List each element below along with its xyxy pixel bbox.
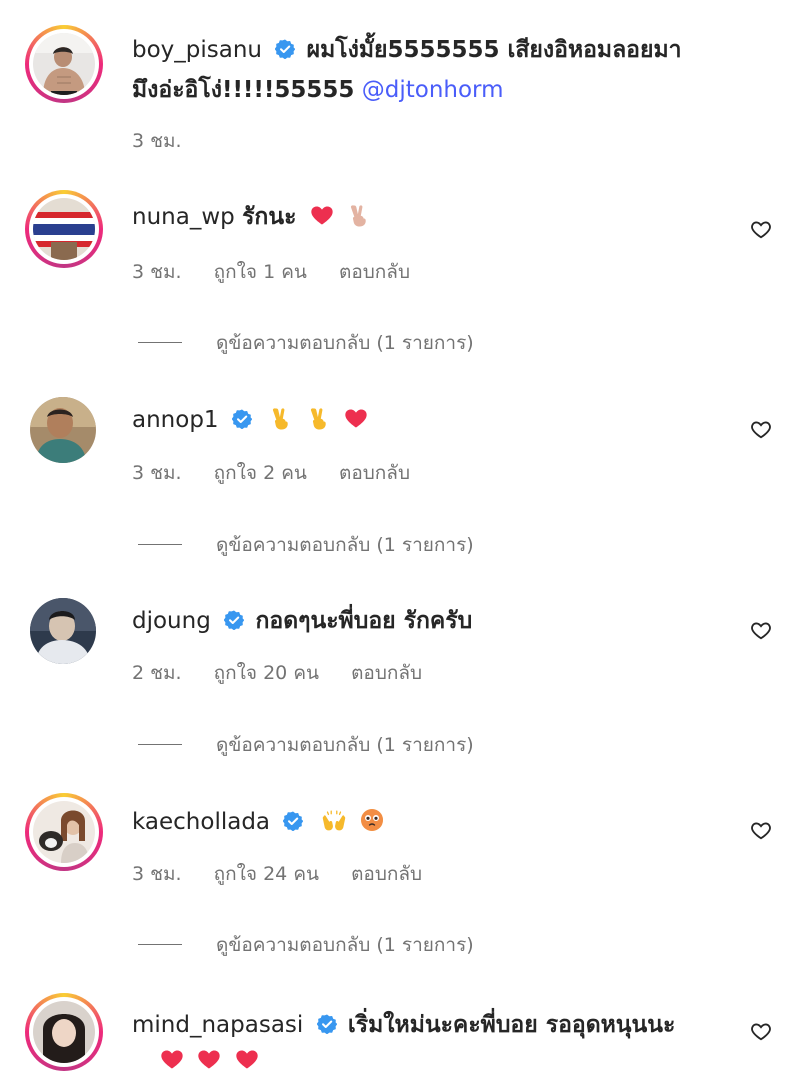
avatar[interactable]: [25, 190, 103, 268]
divider-line: [138, 944, 182, 945]
red-heart-icon: [160, 1047, 184, 1071]
view-replies-label: ดูข้อความตอบกลับ (1 รายการ): [216, 332, 474, 354]
red-heart-icon: [197, 1047, 221, 1071]
view-replies-button[interactable]: ดูข้อความตอบกลับ (1 รายการ): [138, 328, 474, 358]
verified-badge-icon: [224, 610, 244, 630]
verified-badge-icon: [275, 39, 295, 59]
like-heart-icon[interactable]: [750, 819, 772, 841]
username[interactable]: boy_pisanu: [132, 37, 262, 63]
comment-body: annop1: [132, 403, 368, 437]
like-heart-icon[interactable]: [750, 418, 772, 440]
view-replies-button[interactable]: ดูข้อความตอบกลับ (1 รายการ): [138, 530, 474, 560]
comment-body: mind_napasasi เริ่มใหม่นะคะพี่บอย รออุดห…: [132, 1008, 675, 1042]
avatar[interactable]: [25, 993, 103, 1071]
red-heart-icon: [344, 406, 368, 430]
victory-hand-icon: [269, 406, 293, 430]
comment-body-line2: [132, 1044, 259, 1078]
comment-text: รักนะ: [242, 204, 297, 230]
avatar[interactable]: [30, 598, 96, 664]
reply-button[interactable]: ตอบกลับ: [339, 462, 410, 484]
comment-meta: 3 ชม.: [132, 126, 208, 156]
verified-badge-icon: [317, 1014, 337, 1034]
comment-meta: 2 ชม. ถูกใจ 20 คน ตอบกลับ: [132, 658, 448, 688]
reply-button[interactable]: ตอบกลับ: [351, 863, 422, 885]
divider-line: [138, 744, 182, 745]
red-heart-icon: [310, 203, 334, 227]
comment-text: กอดๆนะพี่บอย รักครับ: [255, 608, 473, 634]
reply-button[interactable]: ตอบกลับ: [339, 261, 410, 283]
divider-line: [138, 544, 182, 545]
view-replies-label: ดูข้อความตอบกลับ (1 รายการ): [216, 934, 474, 956]
comment-meta: 3 ชม. ถูกใจ 2 คน ตอบกลับ: [132, 458, 436, 488]
view-replies-label: ดูข้อความตอบกลับ (1 รายการ): [216, 534, 474, 556]
avatar[interactable]: [25, 793, 103, 871]
victory-hand-icon: [307, 406, 331, 430]
username[interactable]: mind_napasasi: [132, 1012, 303, 1038]
like-count[interactable]: ถูกใจ 20 คน: [214, 662, 319, 684]
like-heart-icon[interactable]: [750, 218, 772, 240]
view-replies-button[interactable]: ดูข้อความตอบกลับ (1 รายการ): [138, 730, 474, 760]
timestamp: 2 ชม.: [132, 662, 182, 684]
comment-meta: 3 ชม. ถูกใจ 1 คน ตอบกลับ: [132, 257, 436, 287]
verified-badge-icon: [232, 409, 252, 429]
mention-link[interactable]: @djtonhorm: [362, 77, 504, 103]
timestamp: 3 ชม.: [132, 863, 182, 885]
username[interactable]: nuna_wp: [132, 204, 235, 230]
timestamp: 3 ชม.: [132, 261, 182, 283]
comment-body: kaechollada: [132, 805, 384, 839]
comment-body: djoung กอดๆนะพี่บอย รักครับ: [132, 604, 472, 638]
victory-hand-icon: [347, 203, 371, 227]
view-replies-label: ดูข้อความตอบกลับ (1 รายการ): [216, 734, 474, 756]
like-heart-icon[interactable]: [750, 619, 772, 641]
raising-hands-icon: [321, 808, 347, 832]
like-heart-icon[interactable]: [750, 1020, 772, 1042]
verified-badge-icon: [283, 811, 303, 831]
comment-text: เริ่มใหม่นะคะพี่บอย รออุดหนุนนะ: [347, 1012, 676, 1038]
username[interactable]: annop1: [132, 407, 219, 433]
username[interactable]: kaechollada: [132, 809, 270, 835]
comment-text: ผมโง่มั้ย5555555 เสียงอิหอมลอยมา: [306, 37, 682, 63]
timestamp: 3 ชม.: [132, 462, 182, 484]
red-heart-icon: [235, 1047, 259, 1071]
avatar[interactable]: [25, 25, 103, 103]
username[interactable]: djoung: [132, 608, 211, 634]
divider-line: [138, 342, 182, 343]
avatar[interactable]: [30, 397, 96, 463]
comment-body: nuna_wp รักนะ: [132, 200, 371, 234]
flushed-face-icon: [360, 808, 384, 832]
reply-button[interactable]: ตอบกลับ: [351, 662, 422, 684]
like-count[interactable]: ถูกใจ 24 คน: [214, 863, 319, 885]
view-replies-button[interactable]: ดูข้อความตอบกลับ (1 รายการ): [138, 930, 474, 960]
comment-body-line2: มึงอ่ะอิโง่!!!!!55555 @djtonhorm: [132, 73, 504, 107]
comment-meta: 3 ชม. ถูกใจ 24 คน ตอบกลับ: [132, 859, 448, 889]
like-count[interactable]: ถูกใจ 1 คน: [214, 261, 307, 283]
comment-text-continued: มึงอ่ะอิโง่!!!!!55555: [132, 77, 355, 103]
timestamp: 3 ชม.: [132, 130, 182, 152]
comment-body-line1: boy_pisanu ผมโง่มั้ย5555555 เสียงอิหอมลอ…: [132, 33, 682, 67]
like-count[interactable]: ถูกใจ 2 คน: [214, 462, 307, 484]
